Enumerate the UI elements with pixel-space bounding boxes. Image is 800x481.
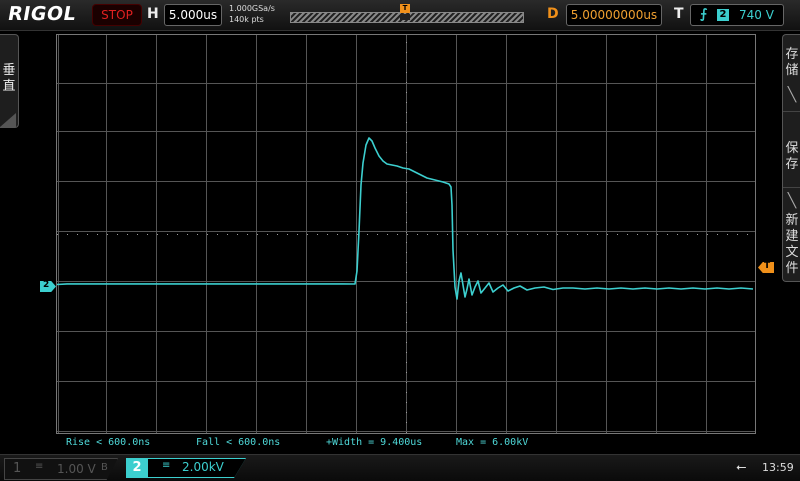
trigger-settings[interactable]: ⨍ 2 740 V: [690, 4, 784, 26]
menu-item-storage[interactable]: 存储 ╲: [783, 35, 800, 112]
channel2-number: 2: [132, 460, 142, 475]
trigger-position-icon: T: [400, 4, 410, 13]
channel1-scale: 1.00 V: [57, 462, 96, 476]
channel2-reference-marker[interactable]: 2: [40, 281, 56, 292]
dc-coupling-icon: ≡: [162, 460, 171, 471]
trigger-label: T: [674, 6, 684, 22]
channel2-info: ≡ 2.00kV: [148, 459, 246, 477]
brand-logo: RIGOL: [6, 3, 79, 25]
measurement-max: Max = 6.00kV: [456, 437, 529, 448]
menu-item-label: 保存: [785, 141, 799, 172]
channel2-marker-label: 2: [43, 280, 50, 290]
waveform-graticule[interactable]: [56, 34, 756, 434]
channel1-number: 1: [13, 461, 22, 476]
sample-rate: 1.000GSa/s: [229, 4, 275, 13]
memory-depth: 140k pts: [229, 15, 264, 24]
usb-icon: ⭠: [736, 460, 747, 475]
trigger-level-marker[interactable]: T: [758, 262, 774, 273]
tab-corner: [0, 113, 16, 127]
channel2-scale: 2.00kV: [182, 460, 224, 474]
horizontal-label: H: [147, 6, 159, 22]
menu-item-label: 存储: [785, 47, 799, 78]
run-stop-status[interactable]: STOP: [92, 4, 142, 26]
right-softkey-menu: 存储 ╲ 保存 ╲ 新建文件: [782, 34, 800, 282]
memory-position-slider[interactable]: T: [286, 4, 526, 24]
trigger-source: 2: [717, 9, 729, 21]
clock: 13:59: [762, 461, 794, 474]
channel2-status[interactable]: 2 ≡ 2.00kV: [126, 458, 246, 478]
channel1-status[interactable]: 1 ≡ 1.00 V B: [4, 458, 118, 480]
measurement-rise: Rise < 600.0ns: [66, 437, 151, 448]
memory-view-window: [400, 14, 410, 20]
channel2-trace: [57, 137, 754, 300]
menu-item-new-file[interactable]: 新建文件: [783, 187, 800, 281]
menu-item-save[interactable]: 保存 ╲: [783, 111, 800, 209]
horizontal-scale[interactable]: 5.000us: [164, 4, 222, 26]
menu-item-label: 新建文件: [785, 213, 799, 276]
bandwidth-limit-icon: B: [101, 462, 108, 473]
channel2-waveform: [57, 137, 754, 300]
delay-label: D: [547, 6, 559, 22]
measurement-width: +Width = 9.400us: [326, 437, 423, 448]
rising-edge-icon: ⨍: [700, 7, 708, 22]
delay-value[interactable]: 5.00000000us: [566, 4, 662, 26]
acquisition-info: 1.000GSa/s 140k pts: [229, 3, 275, 25]
top-status-bar: RIGOL STOP H 5.000us 1.000GSa/s 140k pts…: [0, 0, 800, 31]
menu-divider-icon: ╲: [787, 87, 797, 103]
trigger-marker-label: T: [764, 261, 771, 271]
dc-coupling-icon: ≡: [35, 461, 44, 472]
trigger-level: 740 V: [739, 8, 774, 22]
bottom-channel-bar: 1 ≡ 1.00 V B 2 ≡ 2.00kV ⭠ 13:59: [0, 454, 800, 481]
vertical-menu-tab[interactable]: 垂直: [0, 34, 19, 128]
vertical-menu-label: 垂直: [2, 63, 16, 94]
measurement-fall: Fall < 600.0ns: [196, 437, 281, 448]
